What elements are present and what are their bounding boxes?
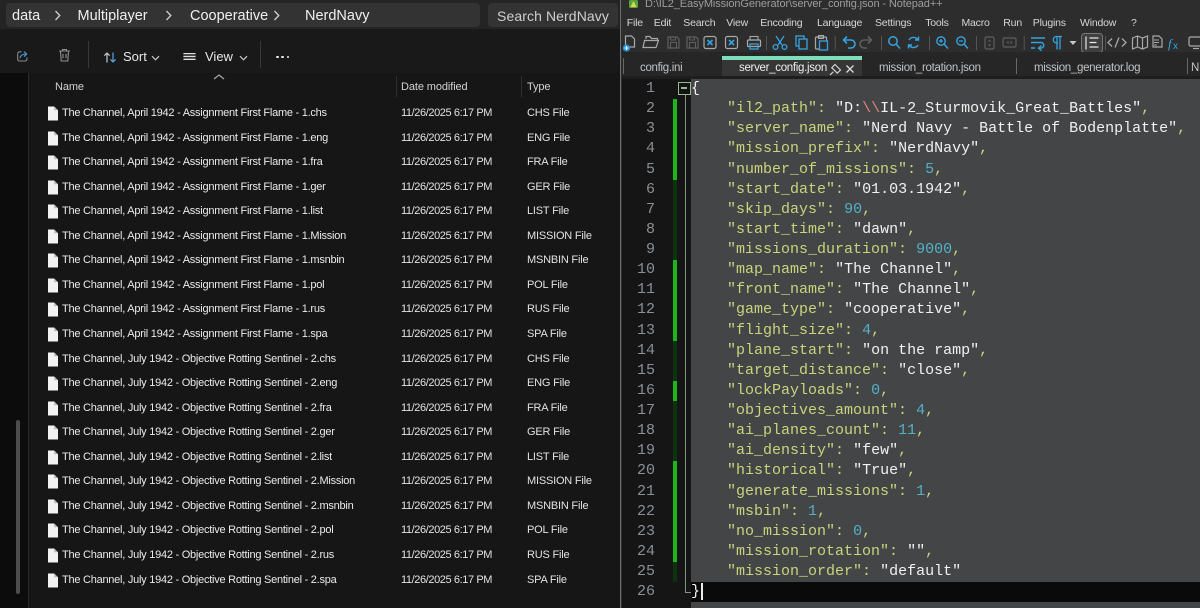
- svg-text:x: x: [1173, 41, 1178, 52]
